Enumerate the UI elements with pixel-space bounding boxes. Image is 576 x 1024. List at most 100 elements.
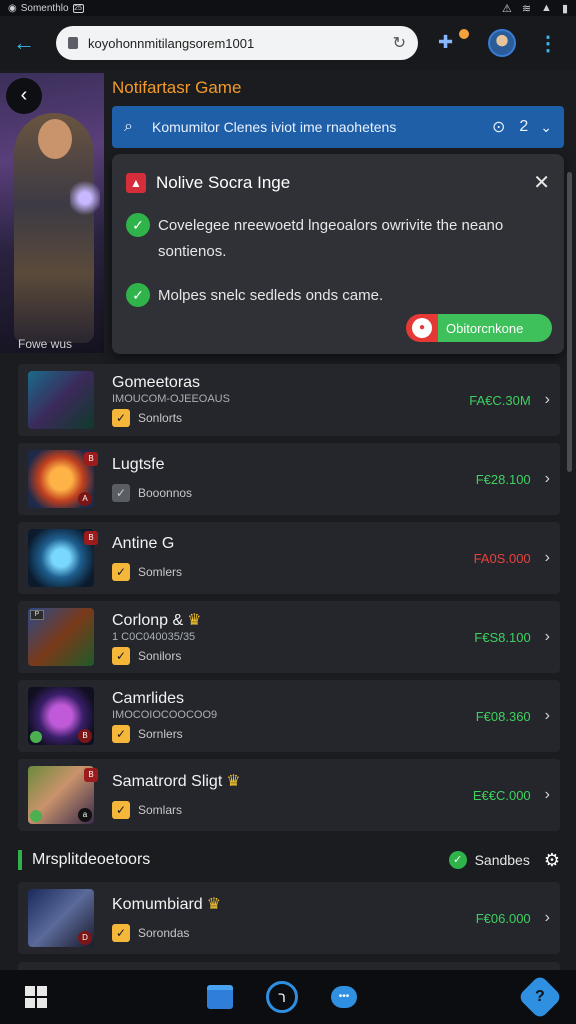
more-menu-icon[interactable]: ⋮ [538,31,558,56]
wifi-icon: ≋ [521,2,532,15]
chevron-right-icon[interactable]: › [545,470,550,488]
game-thumbnail: P [28,608,94,666]
game-name: Corlonp & ♛ [112,611,202,629]
windows-start-icon[interactable] [20,981,52,1013]
notification-dot [459,29,469,39]
game-price: E€€C.000 [472,787,531,803]
game-price: F€28.100 [475,471,531,487]
check-icon: ✓ [126,213,150,237]
list-item[interactable]: B A Lugtsfe ✓ Booonnos F€28.100 › [18,443,560,515]
gear-icon[interactable]: ⚙ [544,850,560,871]
list-item[interactable]: B a Samatrord Sligt ♛ ✓ Somlars E€€C.000 › [18,759,560,831]
checkbox[interactable]: ✓ [112,724,130,743]
red-dot-badge: A [78,492,92,506]
hero-image [0,73,104,353]
chevron-down-icon[interactable]: ⌄ [540,119,552,136]
game-tag: Somlers [138,565,183,579]
checkbox[interactable]: ✓ [112,801,130,819]
status-bar: ◉ Somenthlo 25 ⚠ ≋ ▲ ▮ [0,0,576,16]
game-price: F€S8.100 [474,629,531,645]
dark-badge: a [78,808,92,822]
help-icon[interactable]: ? [517,974,563,1020]
reload-icon[interactable]: ↻ [393,33,406,53]
address-bar[interactable]: koyohonnmitilangsorem1001 ↻ [56,26,418,60]
taskbar: ר ••• ? [0,970,576,1024]
checkbox[interactable]: ✓ [112,563,130,581]
search-bar[interactable]: ⌕ Komumitor Clenes iviot ime rnaohetens … [112,106,564,148]
search-count: 2 [519,118,529,135]
page-title: Notifartasr Game [112,78,242,97]
game-thumbnail: D [28,889,94,947]
notification-item: ✓ Molpes snelc sedleds onds came. [126,283,550,309]
list-item[interactable]: D Komumbiard ♛ ✓ Sorondas F€06.000 › [18,882,560,954]
browser-toolbar: ← koyohonnmitilangsorem1001 ↻ ✚ ⋮ [0,16,576,70]
chevron-right-icon[interactable]: › [545,786,550,804]
check-icon: ✓ [448,851,467,869]
red-badge: B [84,452,98,466]
game-list-secondary: D Komumbiard ♛ ✓ Sorondas F€06.000 › [18,882,560,961]
chevron-right-icon[interactable]: › [545,707,550,725]
scrollbar[interactable] [567,172,572,472]
list-item[interactable]: P Corlonp & ♛ 1 C0C040035/35 ✓ Sonilors F€… [18,601,560,673]
list-item[interactable]: B Camrlides IMOCOIOCOOCOO9 ✓ Sornlers F€0… [18,680,560,752]
checkbox[interactable]: ✓ [112,924,130,942]
game-tag: Sornlers [138,726,183,741]
crown-icon: ♛ [206,896,222,913]
notification-item-text: Covelegee nreewoetd lngeoalors owrivite … [158,217,504,260]
avatar[interactable] [488,29,516,57]
notification-title: Nolive Socra Inge [156,172,291,192]
app-icon: ◉ [8,2,17,14]
checkbox[interactable]: ✓ [112,646,130,665]
game-price: F€06.000 [475,910,531,926]
game-name: Komumbiard ♛ [112,896,222,913]
gamepad-icon[interactable]: ✚ [438,29,469,54]
browser-back-icon[interactable]: ← [10,29,38,57]
status-app-name: Somenthlo [20,2,69,14]
battery-icon: ▮ [561,2,568,15]
list-item[interactable]: B Antine G ✓ Somlers FA0S.000 › [18,522,560,594]
chevron-right-icon[interactable]: › [545,391,550,409]
game-price: FA€C.30M [469,392,531,408]
browser-circle-icon[interactable]: ר [266,981,298,1013]
alert-icon: ⚠ [501,2,512,15]
game-tag: Somlars [138,803,183,817]
section-filter-label[interactable]: Sandbes [475,852,530,868]
game-thumbnail: B [28,687,94,745]
checkbox[interactable]: ✓ [112,408,130,427]
online-dot [30,731,42,743]
chevron-right-icon[interactable]: › [545,549,550,567]
game-tag: Sonilors [138,648,182,663]
chevron-right-icon[interactable]: › [545,909,550,927]
chevron-right-icon[interactable]: › [545,628,550,646]
red-dot-badge: B [78,729,92,743]
notification-item-text: Molpes snelc sedleds onds came. [158,287,384,304]
game-thumbnail: B [28,529,98,587]
game-name: Lugtsfe [112,456,165,473]
magnifier-icon[interactable]: ⊙ [492,117,505,137]
files-icon[interactable] [204,981,236,1013]
corner-badge: P [30,610,44,620]
game-tag: Sonlorts [138,410,183,425]
section-accent-bar [18,850,22,870]
url-text: koyohonnmitilangsorem1001 [88,35,255,51]
list-item[interactable]: Gomeetoras IMOUCOM-OJEEOAUS ✓ Sonlorts FA… [18,364,560,436]
red-badge: B [84,531,98,545]
back-button[interactable]: ‹ [6,78,42,114]
confirm-button[interactable]: ● Obitorcnkone [406,314,552,342]
game-list: Gomeetoras IMOUCOM-OJEEOAUS ✓ Sonlorts FA… [18,364,560,838]
section-header: Mrsplitdeoetoors ✓ Sandbes ⚙ [18,846,560,874]
check-icon: ✓ [126,283,150,307]
lightning-effect [70,173,100,223]
checkbox[interactable]: ✓ [112,484,130,502]
hero-caption: Fowe wus [18,337,73,351]
close-icon[interactable]: ✕ [533,170,550,195]
toggle-icon: ● [412,318,432,338]
hero-head [38,119,72,159]
chat-icon[interactable]: ••• [328,981,360,1013]
signal-icon: ▲ [541,2,552,14]
game-name: Camrlides [112,689,185,707]
game-tag: Booonnos [138,486,193,500]
crown-icon: ♛ [226,773,241,790]
search-icon: ⌕ [124,118,133,135]
game-thumbnail [28,371,94,429]
